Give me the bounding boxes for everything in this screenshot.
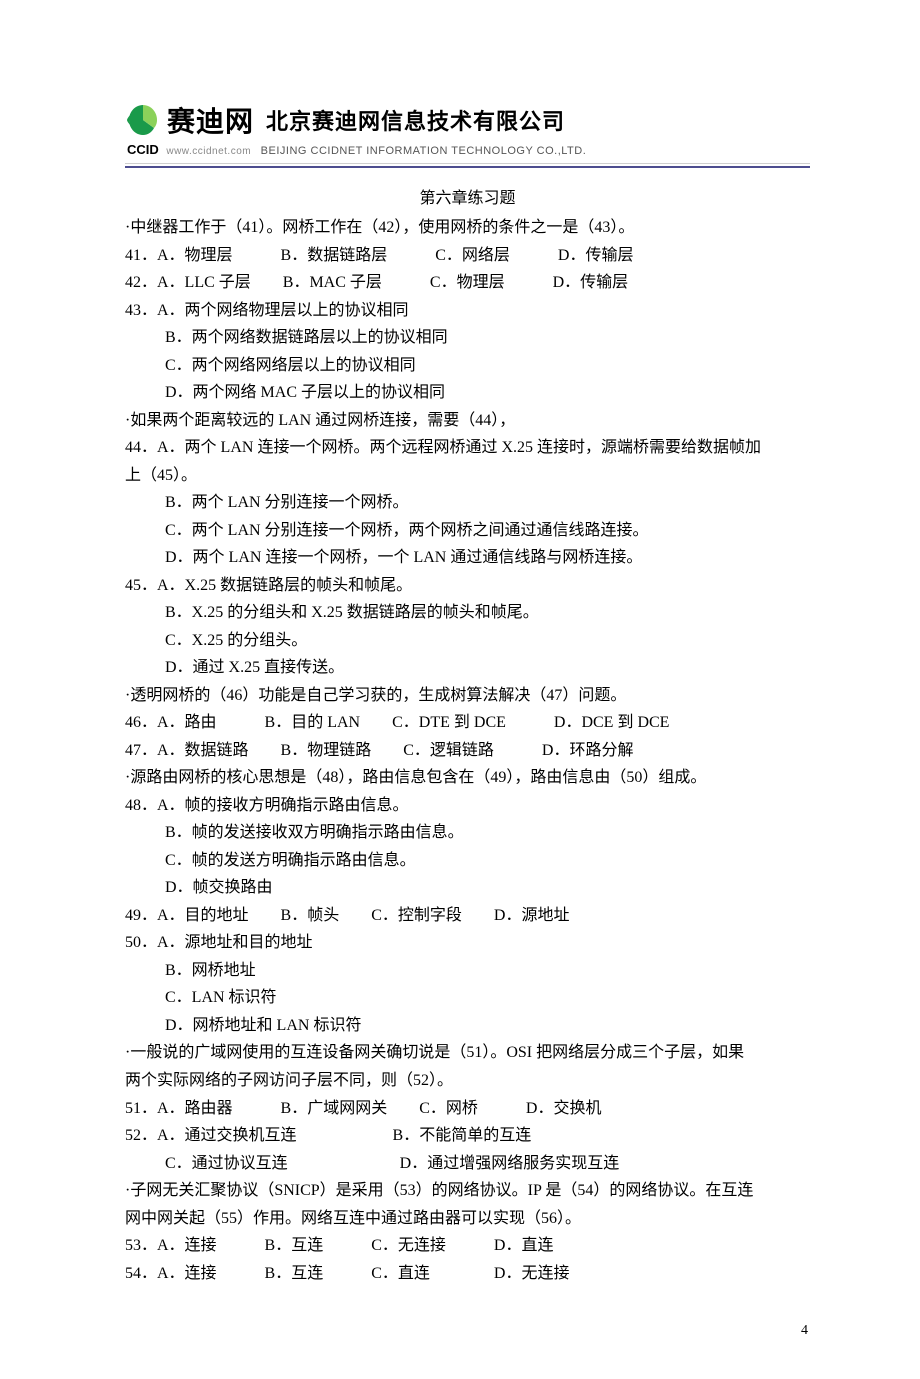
text-line: C．LAN 标识符: [125, 984, 810, 1012]
text-line: B．X.25 的分组头和 X.25 数据链路层的帧头和帧尾。: [125, 599, 810, 627]
text-line: C．两个 LAN 分别连接一个网桥，两个网桥之间通过通信线路连接。: [125, 517, 810, 545]
page-header: 赛迪网 北京赛迪网信息技术有限公司: [125, 100, 810, 140]
text-line: ·一般说的广域网使用的互连设备网关确切说是（51）。OSI 把网络层分成三个子层…: [125, 1039, 810, 1067]
text-line: 45．A．X.25 数据链路层的帧头和帧尾。: [125, 572, 810, 600]
text-line: B．网桥地址: [125, 957, 810, 985]
text-line: 41．A．物理层 B．数据链路层 C．网络层 D．传输层: [125, 242, 810, 270]
company-name-cn: 北京赛迪网信息技术有限公司: [266, 104, 565, 136]
text-line: 46．A．路由 B．目的 LAN C．DTE 到 DCE D．DCE 到 DCE: [125, 709, 810, 737]
text-line: D．帧交换路由: [125, 874, 810, 902]
text-line: C．两个网络网络层以上的协议相同: [125, 352, 810, 380]
text-line: B．两个 LAN 分别连接一个网桥。: [125, 489, 810, 517]
logo: 赛迪网: [125, 100, 254, 140]
text-line: 54．A．连接 B．互连 C．直连 D．无连接: [125, 1260, 810, 1288]
text-line: C．通过协议互连 D．通过增强网络服务实现互连: [125, 1150, 810, 1178]
text-line: 42．A．LLC 子层 B．MAC 子层 C．物理层 D．传输层: [125, 269, 810, 297]
document-page: 赛迪网 北京赛迪网信息技术有限公司 CCID www.ccidnet.com B…: [0, 0, 920, 1379]
text-line: 网中网关起（55）作用。网络互连中通过路由器可以实现（56）。: [125, 1205, 810, 1233]
header-rule: [125, 163, 810, 168]
text-line: 44．A．两个 LAN 连接一个网桥。两个远程网桥通过 X.25 连接时，源端桥…: [125, 434, 810, 462]
text-line: ·如果两个距离较远的 LAN 通过网桥连接，需要（44），: [125, 407, 810, 435]
text-line: C．X.25 的分组头。: [125, 627, 810, 655]
text-line: 43．A．两个网络物理层以上的协议相同: [125, 297, 810, 325]
logo-text-cn: 赛迪网: [167, 100, 254, 140]
text-line: ·子网无关汇聚协议（SNICP）是采用（53）的网络协议。IP 是（54）的网络…: [125, 1177, 810, 1205]
text-line: 47．A．数据链路 B．物理链路 C．逻辑链路 D．环路分解: [125, 737, 810, 765]
text-line: D．两个 LAN 连接一个网桥，一个 LAN 通过通信线路与网桥连接。: [125, 544, 810, 572]
text-line: 50．A．源地址和目的地址: [125, 929, 810, 957]
text-line: ·透明网桥的（46）功能是自己学习获的，生成树算法解决（47）问题。: [125, 682, 810, 710]
text-line: 上（45）。: [125, 462, 810, 490]
text-line: ·中继器工作于（41）。网桥工作在（42），使用网桥的条件之一是（43）。: [125, 214, 810, 242]
text-line: 51．A．路由器 B．广域网网关 C．网桥 D．交换机: [125, 1095, 810, 1123]
text-line: 52．A．通过交换机互连 B．不能简单的互连: [125, 1122, 810, 1150]
text-line: 53．A．连接 B．互连 C．无连接 D．直连: [125, 1232, 810, 1260]
text-line: 49．A．目的地址 B．帧头 C．控制字段 D．源地址: [125, 902, 810, 930]
text-line: D．通过 X.25 直接传送。: [125, 654, 810, 682]
company-name-en: BEIJING CCIDNET INFORMATION TECHNOLOGY C…: [261, 145, 587, 157]
chapter-title: 第六章练习题: [125, 184, 810, 208]
text-line: B．两个网络数据链路层以上的协议相同: [125, 324, 810, 352]
text-line: D．两个网络 MAC 子层以上的协议相同: [125, 379, 810, 407]
text-line: C．帧的发送方明确指示路由信息。: [125, 847, 810, 875]
text-line: D．网桥地址和 LAN 标识符: [125, 1012, 810, 1040]
ccid-label: CCID: [127, 142, 159, 157]
text-line: 两个实际网络的子网访问子层不同，则（52）。: [125, 1067, 810, 1095]
text-line: B．帧的发送接收双方明确指示路由信息。: [125, 819, 810, 847]
text-line: 48．A．帧的接收方明确指示路由信息。: [125, 792, 810, 820]
header-subline: CCID www.ccidnet.com BEIJING CCIDNET INF…: [125, 142, 810, 157]
logo-icon: [125, 102, 161, 138]
page-number: 4: [125, 1323, 810, 1339]
text-line: ·源路由网桥的核心思想是（48），路由信息包含在（49），路由信息由（50）组成…: [125, 764, 810, 792]
exercise-content: ·中继器工作于（41）。网桥工作在（42），使用网桥的条件之一是（43）。41．…: [125, 214, 810, 1287]
domain-label: www.ccidnet.com: [166, 146, 251, 157]
